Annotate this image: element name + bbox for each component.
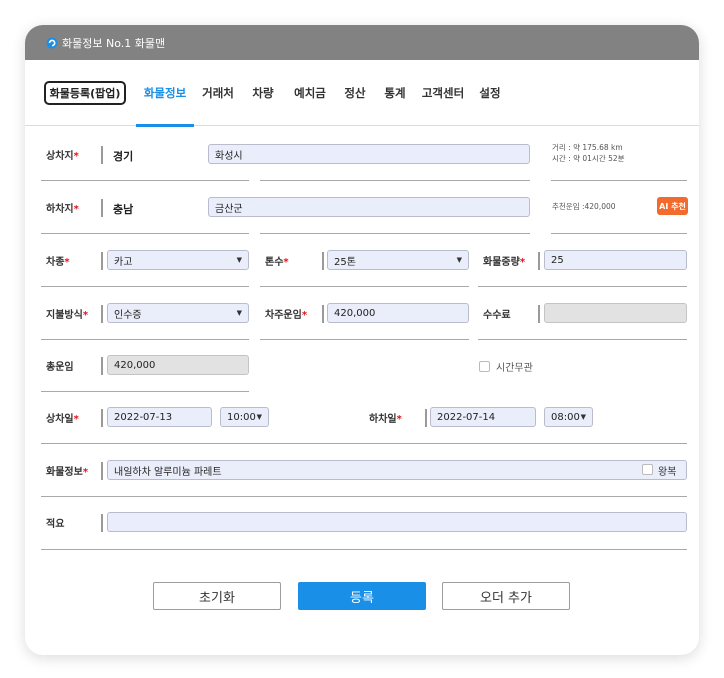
ai-recommend-button[interactable]: AI 추천	[657, 197, 688, 215]
row-underline	[551, 233, 687, 234]
total-fare-input: 420,000	[107, 355, 249, 375]
tab-settlement[interactable]: 정산	[339, 60, 371, 126]
tab-customer-center[interactable]: 고객센터	[417, 60, 469, 126]
route-time: 시간 : 약 01시간 52분	[552, 154, 625, 163]
dropoff-date-input[interactable]: 2022-07-14	[430, 407, 536, 427]
pickup-city-input[interactable]: 화성시	[208, 144, 530, 164]
pickup-time-select[interactable]: 10:00 ▼	[220, 407, 269, 427]
vehicle-type-label: 차종*	[46, 257, 70, 268]
row-underline	[41, 391, 249, 392]
dropoff-time-select[interactable]: 08:00 ▼	[544, 407, 593, 427]
pickup-region: 경기	[113, 150, 134, 163]
chevron-down-icon: ▼	[236, 256, 242, 264]
tab-statistics[interactable]: 통계	[379, 60, 411, 126]
row-underline	[41, 496, 687, 497]
tab-clients[interactable]: 거래처	[197, 60, 239, 126]
add-order-button[interactable]: 오더 추가	[442, 582, 570, 610]
tonnage-label: 톤수*	[265, 257, 289, 268]
reset-button[interactable]: 초기화	[153, 582, 281, 610]
title-bar: 화물정보 No.1 화물맨	[25, 25, 699, 60]
chevron-down-icon: ▼	[580, 413, 586, 421]
row-underline	[41, 549, 687, 550]
chevron-down-icon: ▼	[256, 413, 262, 421]
divider	[538, 305, 540, 323]
dropoff-region: 충남	[113, 203, 134, 216]
time-irrelevant-checkbox[interactable]	[479, 361, 490, 372]
app-window: 화물정보 No.1 화물맨 화물등록(팝업) 화물정보 거래처 차량 예치금 정…	[25, 25, 699, 655]
divider	[425, 409, 427, 427]
tab-cargo-info[interactable]: 화물정보	[136, 60, 194, 127]
chevron-down-icon: ▼	[236, 309, 242, 317]
divider	[101, 305, 103, 323]
divider	[538, 252, 540, 270]
cargo-info-input[interactable]: 내일하차 알루미늄 파레트	[107, 460, 687, 480]
payment-label: 지불방식*	[46, 310, 89, 321]
cargo-weight-input[interactable]: 25	[544, 250, 687, 270]
pickup-label: 상차지*	[46, 151, 79, 162]
tonnage-select[interactable]: 25톤 ▼	[327, 250, 469, 270]
row-underline	[478, 339, 687, 340]
divider	[101, 357, 103, 375]
commission-input	[544, 303, 687, 323]
time-irrelevant-label: 시간무관	[496, 363, 533, 374]
remarks-label: 적요	[46, 519, 65, 530]
carrier-fare-input[interactable]: 420,000	[327, 303, 469, 323]
carrier-fare-label: 차주운임*	[265, 310, 308, 321]
app-logo-icon	[46, 37, 58, 48]
remarks-input[interactable]	[107, 512, 687, 532]
divider	[101, 462, 103, 480]
total-fare-label: 총운임	[46, 362, 74, 373]
dropoff-city-input[interactable]: 금산군	[208, 197, 530, 217]
dropoff-date-label: 하차일*	[369, 414, 402, 425]
cargo-info-label: 화물정보*	[46, 467, 89, 478]
row-underline	[260, 233, 530, 234]
vehicle-type-select[interactable]: 카고 ▼	[107, 250, 249, 270]
window-title: 화물정보 No.1 화물맨	[62, 36, 166, 50]
pickup-date-label: 상차일*	[46, 414, 79, 425]
divider	[322, 252, 324, 270]
tab-vehicles[interactable]: 차량	[247, 60, 279, 126]
payment-method-select[interactable]: 인수증 ▼	[107, 303, 249, 323]
row-underline	[41, 339, 249, 340]
pickup-date-input[interactable]: 2022-07-13	[107, 407, 212, 427]
register-button[interactable]: 등록	[298, 582, 426, 610]
tab-deposit[interactable]: 예치금	[289, 60, 331, 126]
roundtrip-checkbox[interactable]	[642, 464, 653, 475]
row-underline	[41, 233, 249, 234]
row-underline	[478, 286, 687, 287]
recommended-fare: 추천운임 :420,000	[552, 202, 616, 211]
row-underline	[260, 180, 530, 181]
row-underline	[41, 286, 249, 287]
commission-label: 수수료	[483, 310, 511, 321]
row-underline	[260, 339, 469, 340]
divider	[101, 146, 103, 164]
tab-settings[interactable]: 설정	[474, 60, 506, 126]
divider	[101, 252, 103, 270]
divider	[101, 199, 103, 217]
roundtrip-label: 왕복	[658, 467, 677, 478]
row-underline	[260, 286, 469, 287]
cargo-register-popup-button[interactable]: 화물등록(팝업)	[44, 81, 126, 105]
route-distance: 거리 : 약 175.68 km	[552, 143, 623, 152]
row-underline	[41, 443, 687, 444]
chevron-down-icon: ▼	[456, 256, 462, 264]
row-underline	[551, 180, 687, 181]
divider	[322, 305, 324, 323]
divider	[101, 409, 103, 427]
dropoff-label: 하차지*	[46, 204, 79, 215]
divider	[101, 514, 103, 532]
tab-bar: 화물등록(팝업) 화물정보 거래처 차량 예치금 정산 통계 고객센터 설정	[25, 60, 699, 127]
row-underline	[41, 180, 249, 181]
cargo-weight-label: 화물중량*	[483, 257, 526, 268]
